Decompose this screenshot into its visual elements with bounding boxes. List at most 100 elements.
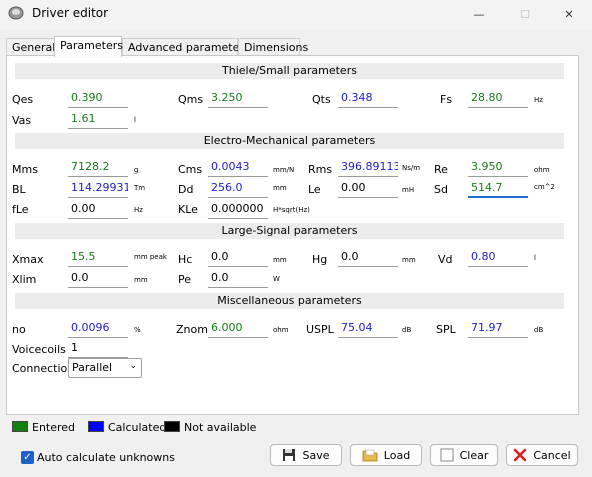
section-electro-mechanical: Electro-Mechanical parameters xyxy=(15,133,564,149)
mms-unit: g xyxy=(134,166,139,174)
xlim-unit: mm xyxy=(134,276,148,284)
voicecoils-label: Voicecoils xyxy=(12,343,66,356)
tab-dimensions[interactable]: Dimensions xyxy=(238,38,308,56)
save-button[interactable]: Save xyxy=(270,444,342,466)
vas-label: Vas xyxy=(12,114,32,127)
vd-unit: l xyxy=(534,254,536,262)
uspl-field[interactable]: 75.04 xyxy=(338,318,398,338)
connection-select[interactable]: Parallel ⌄ xyxy=(68,358,142,378)
xmax-label: Xmax xyxy=(12,253,44,266)
spl-unit: dB xyxy=(534,326,544,334)
rms-field[interactable]: 396.89113 xyxy=(338,157,398,177)
znom-unit: ohm xyxy=(273,326,289,334)
kle-unit: H*sqrt(Hz) xyxy=(273,206,310,214)
section-large-signal: Large-Signal parameters xyxy=(15,223,564,239)
znom-label: Znom xyxy=(176,323,208,336)
hg-unit: mm xyxy=(402,256,416,264)
parameters-panel: Thiele/Small parameters Qes 0.390 Qms 3.… xyxy=(6,55,579,415)
hc-unit: mm xyxy=(273,256,287,264)
hc-field[interactable]: 0.0 xyxy=(208,247,268,267)
uspl-unit: dB xyxy=(402,326,412,334)
mms-field[interactable]: 7128.2 xyxy=(68,157,128,177)
bl-unit: Tm xyxy=(134,184,146,192)
re-field[interactable]: 3.950 xyxy=(468,157,528,177)
no-unit: % xyxy=(134,326,141,334)
spl-label: SPL xyxy=(436,323,456,336)
close-button[interactable]: ✕ xyxy=(546,0,592,28)
tab-general[interactable]: General xyxy=(6,38,56,56)
entered-label: Entered xyxy=(32,421,76,434)
xmax-field[interactable]: 15.5 xyxy=(68,247,128,267)
qts-label: Qts xyxy=(312,93,331,106)
vd-field[interactable]: 0.80 xyxy=(468,247,528,267)
dd-unit: mm xyxy=(273,184,287,192)
cms-label: Cms xyxy=(178,163,203,176)
fs-label: Fs xyxy=(440,93,453,106)
qes-field[interactable]: 0.390 xyxy=(68,88,128,108)
sd-label: Sd xyxy=(434,183,448,196)
vas-field[interactable]: 1.61 xyxy=(68,109,128,129)
not-available-label: Not available xyxy=(184,421,257,434)
tab-advanced-parameters[interactable]: Advanced parameters xyxy=(122,38,250,56)
blank-page-icon xyxy=(440,448,454,462)
re-unit: ohm xyxy=(534,166,550,174)
folder-icon xyxy=(362,449,378,462)
qms-field[interactable]: 3.250 xyxy=(208,88,268,108)
cancel-button[interactable]: Cancel xyxy=(506,444,578,466)
tab-parameters[interactable]: Parameters xyxy=(54,36,123,57)
pe-unit: W xyxy=(273,275,280,283)
cms-field[interactable]: 0.0043 xyxy=(208,157,268,177)
vas-unit: l xyxy=(134,116,136,124)
maximize-button[interactable]: ☐ xyxy=(502,0,548,28)
cms-unit: mm/N xyxy=(273,166,295,174)
save-button-label: Save xyxy=(302,448,330,462)
not-available-swatch xyxy=(164,421,180,432)
speaker-app-icon xyxy=(8,6,24,20)
le-field[interactable]: 0.00 xyxy=(338,178,398,198)
connection-label: Connection xyxy=(12,362,75,375)
load-button[interactable]: Load xyxy=(350,444,422,466)
section-miscellaneous: Miscellaneous parameters xyxy=(15,293,564,309)
znom-field[interactable]: 6.000 xyxy=(208,318,268,338)
fle-unit: Hz xyxy=(134,206,143,214)
floppy-disk-icon xyxy=(283,449,296,461)
dd-label: Dd xyxy=(178,183,194,196)
le-unit: mH xyxy=(402,186,415,194)
calculated-swatch xyxy=(88,421,104,432)
red-x-icon xyxy=(514,448,527,462)
bl-field[interactable]: 114.29931 xyxy=(68,178,128,198)
pe-field[interactable]: 0.0 xyxy=(208,268,268,288)
sd-unit: cm^2 xyxy=(534,183,555,191)
hg-field[interactable]: 0.0 xyxy=(338,247,398,267)
auto-calculate-label[interactable]: Auto calculate unknowns xyxy=(37,451,175,464)
window-title: Driver editor xyxy=(32,6,109,20)
minimize-button[interactable]: — xyxy=(456,0,502,28)
no-field[interactable]: 0.0096 xyxy=(68,318,128,338)
spl-field[interactable]: 71.97 xyxy=(468,318,528,338)
fs-field[interactable]: 28.80 xyxy=(468,88,528,108)
kle-field[interactable]: 0.000000 xyxy=(208,199,268,219)
dd-field[interactable]: 256.0 xyxy=(208,178,268,198)
section-thiele-small: Thiele/Small parameters xyxy=(15,63,564,79)
qts-field[interactable]: 0.348 xyxy=(338,88,398,108)
xmax-unit: mm peak xyxy=(134,253,167,261)
fle-field[interactable]: 0.00 xyxy=(68,199,128,219)
kle-label: KLe xyxy=(178,203,198,216)
clear-button-label: Clear xyxy=(459,448,489,462)
pe-label: Pe xyxy=(178,273,192,286)
auto-calculate-checkbox[interactable]: ✓ xyxy=(21,451,34,464)
vd-label: Vd xyxy=(438,253,453,266)
load-button-label: Load xyxy=(383,448,411,462)
mms-label: Mms xyxy=(12,163,38,176)
chevron-down-icon: ⌄ xyxy=(129,361,137,371)
xlim-field[interactable]: 0.0 xyxy=(68,268,128,288)
sd-field[interactable]: 514.7 xyxy=(468,178,528,198)
title-bar: Driver editor — ☐ ✕ xyxy=(0,0,592,30)
rms-unit: Ns/m xyxy=(402,164,421,172)
clear-button[interactable]: Clear xyxy=(430,444,498,466)
connection-value: Parallel xyxy=(72,361,113,374)
cancel-button-label: Cancel xyxy=(533,448,571,462)
voicecoils-field[interactable]: 1 xyxy=(68,338,128,358)
uspl-label: USPL xyxy=(306,323,334,336)
re-label: Re xyxy=(434,163,448,176)
